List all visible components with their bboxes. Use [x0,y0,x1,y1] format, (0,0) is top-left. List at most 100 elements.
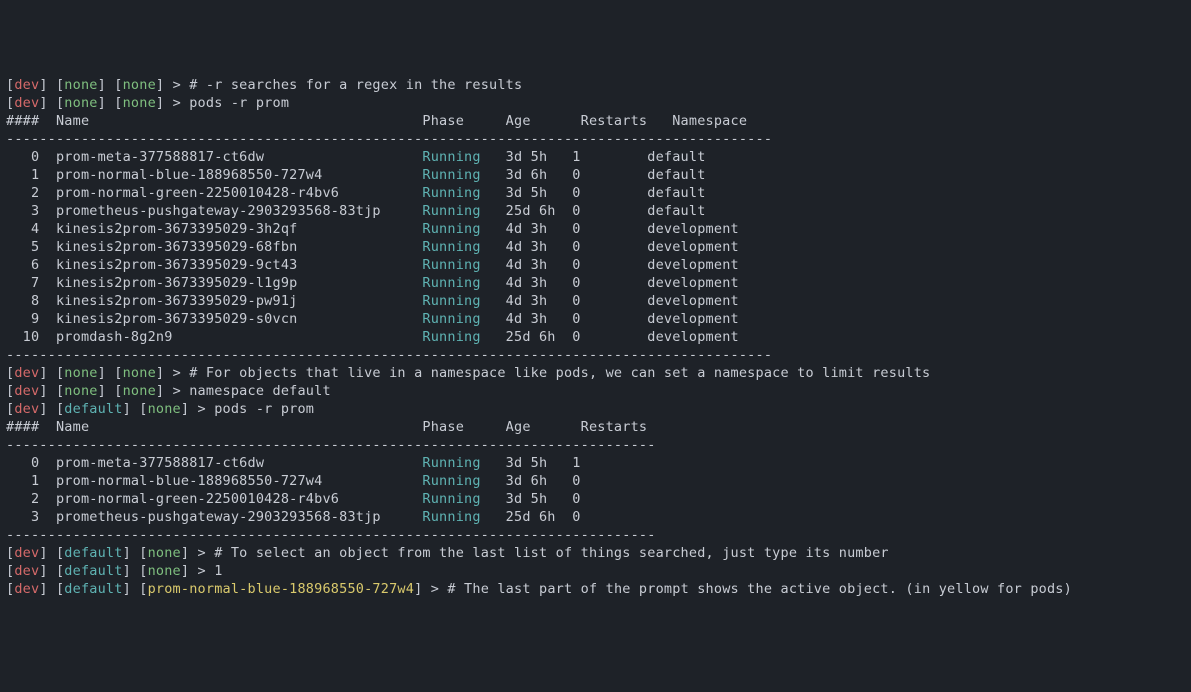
bracket: ] [ [39,401,64,417]
bracket: ] [ [98,77,123,93]
row-phase: Running [422,185,497,201]
row-restarts: 0 [572,329,647,345]
prompt-command[interactable]: 1 [214,563,222,579]
bracket: ] [ [39,365,64,381]
row-namespace: development [647,311,739,327]
table-row: 1 prom-normal-blue-188968550-727w4 Runni… [6,166,1185,184]
bracket: ] [ [39,545,64,561]
row-phase: Running [422,509,497,525]
row-phase: Running [422,491,497,507]
bracket: ] [ [123,401,148,417]
bracket-close: ] [156,95,173,111]
row-age: 25d 6h [497,329,572,345]
row-phase: Running [422,455,497,471]
bracket: ] [ [39,581,64,597]
prompt-object: none [123,77,156,93]
prompt-indicator: > [198,401,215,417]
row-name: prom-normal-green-2250010428-r4bv6 [56,185,422,201]
table-row: 2 prom-normal-green-2250010428-r4bv6 Run… [6,490,1185,508]
row-restarts: 1 [572,149,647,165]
row-age: 4d 3h [497,311,572,327]
row-name: kinesis2prom-3673395029-68fbn [56,239,422,255]
row-index: 0 [6,149,56,165]
table-header: #### Name Phase Age Restarts [6,418,1185,436]
row-phase: Running [422,221,497,237]
row-namespace: default [647,203,705,219]
bracket-open: [ [6,563,14,579]
row-name: prom-normal-blue-188968550-727w4 [56,473,422,489]
bracket-open: [ [6,545,14,561]
row-namespace: development [647,239,739,255]
row-name: prom-meta-377588817-ct6dw [56,455,422,471]
row-namespace: default [647,149,705,165]
table-row: 1 prom-normal-blue-188968550-727w4 Runni… [6,472,1185,490]
prompt-command[interactable]: # The last part of the prompt shows the … [447,581,1072,597]
table-row: 3 prometheus-pushgateway-2903293568-83tj… [6,508,1185,526]
row-phase: Running [422,473,497,489]
prompt-command[interactable]: # For objects that live in a namespace l… [189,365,930,381]
prompt-namespace: default [64,563,122,579]
prompt-indicator: > [173,365,190,381]
bracket: ] [ [98,365,123,381]
prompt-command[interactable]: # -r searches for a regex in the results [189,77,522,93]
row-index: 4 [6,221,56,237]
prompt-line: [dev] [default] [prom-normal-blue-188968… [6,580,1185,598]
row-restarts: 0 [572,311,647,327]
prompt-namespace: default [64,545,122,561]
prompt-context: dev [14,581,39,597]
bracket-close: ] [156,365,173,381]
prompt-command[interactable]: namespace default [189,383,331,399]
row-name: kinesis2prom-3673395029-l1g9p [56,275,422,291]
prompt-namespace: none [64,365,97,381]
row-age: 3d 5h [497,455,572,471]
prompt-line: [dev] [none] [none] > # For objects that… [6,364,1185,382]
prompt-namespace: none [64,95,97,111]
table-row: 4 kinesis2prom-3673395029-3h2qf Running … [6,220,1185,238]
row-age: 4d 3h [497,257,572,273]
row-age: 3d 5h [497,149,572,165]
row-namespace: default [647,185,705,201]
prompt-command[interactable]: # To select an object from the last list… [214,545,889,561]
row-phase: Running [422,257,497,273]
prompt-indicator: > [198,563,215,579]
row-restarts: 0 [572,239,647,255]
row-restarts: 0 [572,167,647,183]
row-age: 25d 6h [497,203,572,219]
bracket: ] [ [39,383,64,399]
prompt-object: prom-normal-blue-188968550-727w4 [148,581,415,597]
row-name: kinesis2prom-3673395029-s0vcn [56,311,422,327]
bracket: ] [ [98,95,123,111]
row-index: 1 [6,167,56,183]
divider: ----------------------------------------… [6,346,1185,364]
prompt-line: [dev] [default] [none] > # To select an … [6,544,1185,562]
bracket: ] [ [39,77,64,93]
row-index: 2 [6,491,56,507]
row-namespace: development [647,293,739,309]
row-restarts: 0 [572,185,647,201]
row-restarts: 0 [572,275,647,291]
row-restarts: 0 [572,221,647,237]
row-name: prometheus-pushgateway-2903293568-83tjp [56,509,422,525]
table-row: 0 prom-meta-377588817-ct6dw Running 3d 5… [6,148,1185,166]
row-index: 10 [6,329,56,345]
prompt-context: dev [14,545,39,561]
row-restarts: 0 [572,509,647,525]
row-phase: Running [422,149,497,165]
prompt-indicator: > [173,383,190,399]
row-namespace: development [647,275,739,291]
bracket: ] [ [39,95,64,111]
prompt-indicator: > [173,95,190,111]
bracket: ] [ [123,545,148,561]
prompt-namespace: none [64,77,97,93]
prompt-object: none [123,95,156,111]
row-name: kinesis2prom-3673395029-pw91j [56,293,422,309]
bracket-open: [ [6,581,14,597]
prompt-context: dev [14,401,39,417]
prompt-context: dev [14,95,39,111]
prompt-namespace: default [64,401,122,417]
prompt-command[interactable]: pods -r prom [189,95,289,111]
prompt-indicator: > [198,545,215,561]
prompt-context: dev [14,383,39,399]
row-index: 0 [6,455,56,471]
prompt-command[interactable]: pods -r prom [214,401,314,417]
